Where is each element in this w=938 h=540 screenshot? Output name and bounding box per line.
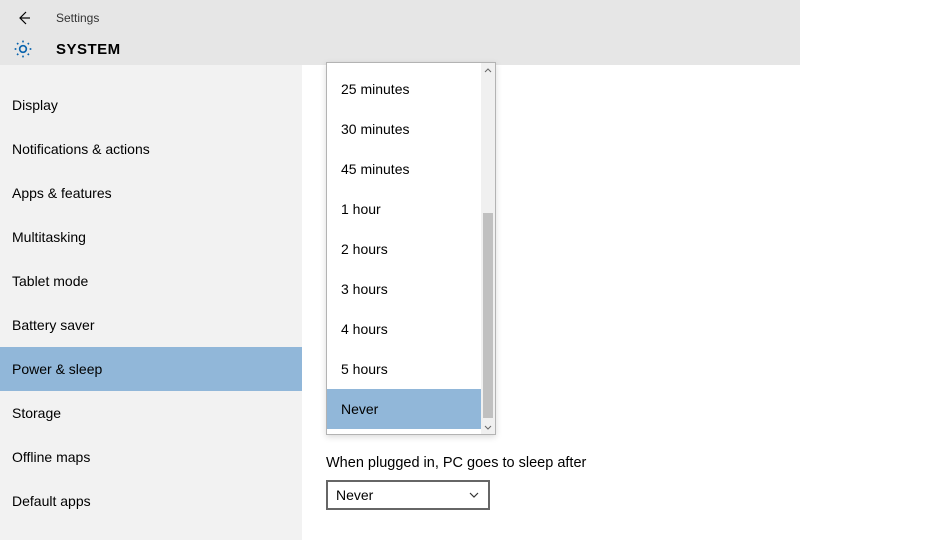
dropdown-option[interactable]: 25 minutes: [327, 69, 481, 109]
plugged-sleep-label: When plugged in, PC goes to sleep after: [326, 455, 586, 471]
sidebar-item-tablet[interactable]: Tablet mode: [0, 259, 302, 303]
chevron-down-icon: [468, 489, 480, 501]
dropdown-scrollbar[interactable]: [481, 63, 495, 434]
sidebar-item-power-sleep[interactable]: Power & sleep: [0, 347, 302, 391]
breadcrumb: Settings: [56, 11, 99, 25]
scroll-thumb[interactable]: [483, 213, 493, 418]
back-button[interactable]: [12, 6, 36, 30]
dropdown-option[interactable]: 45 minutes: [327, 149, 481, 189]
header-top-row: Settings: [12, 6, 800, 30]
sidebar-item-multitasking[interactable]: Multitasking: [0, 215, 302, 259]
dropdown-option[interactable]: 4 hours: [327, 309, 481, 349]
sidebar-item-default-apps[interactable]: Default apps: [0, 479, 302, 523]
sidebar-item-apps[interactable]: Apps & features: [0, 171, 302, 215]
scroll-up-icon[interactable]: [481, 63, 495, 77]
sidebar-item-battery[interactable]: Battery saver: [0, 303, 302, 347]
sleep-dropdown-open[interactable]: 25 minutes 30 minutes 45 minutes 1 hour …: [326, 62, 496, 435]
section-title: SYSTEM: [56, 41, 121, 58]
header-main-row: SYSTEM: [12, 38, 800, 60]
header-bar: Settings SYSTEM: [0, 0, 800, 65]
dropdown-option[interactable]: 30 minutes: [327, 109, 481, 149]
dropdown-option[interactable]: 3 hours: [327, 269, 481, 309]
scroll-down-icon[interactable]: [481, 420, 495, 434]
dropdown-list: 25 minutes 30 minutes 45 minutes 1 hour …: [327, 63, 481, 434]
sidebar-item-storage[interactable]: Storage: [0, 391, 302, 435]
sidebar: Display Notifications & actions Apps & f…: [0, 65, 302, 540]
plugged-sleep-value: Never: [336, 487, 373, 503]
sidebar-item-display[interactable]: Display: [0, 83, 302, 127]
gear-icon: [12, 38, 34, 60]
dropdown-option[interactable]: 2 hours: [327, 229, 481, 269]
dropdown-option-selected[interactable]: Never: [327, 389, 481, 429]
dropdown-option[interactable]: 5 hours: [327, 349, 481, 389]
back-arrow-icon: [16, 10, 32, 26]
dropdown-option[interactable]: 1 hour: [327, 189, 481, 229]
sidebar-item-notifications[interactable]: Notifications & actions: [0, 127, 302, 171]
plugged-sleep-select[interactable]: Never: [326, 480, 490, 510]
sidebar-item-offline-maps[interactable]: Offline maps: [0, 435, 302, 479]
